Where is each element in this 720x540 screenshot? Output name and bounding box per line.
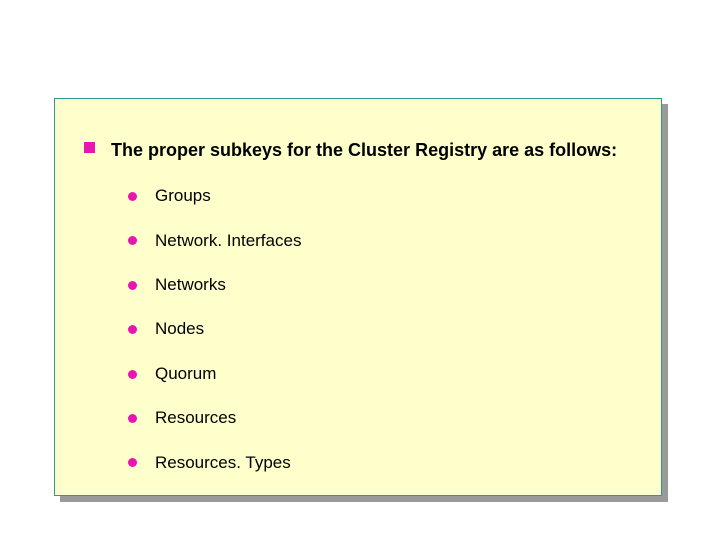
list-item: Network. Interfaces — [128, 231, 617, 251]
list-item-label: Resources. Types — [155, 453, 291, 473]
list-item-label: Nodes — [155, 319, 204, 339]
lead-row: The proper subkeys for the Cluster Regis… — [84, 138, 617, 162]
round-bullet-icon — [128, 236, 137, 245]
slide-content: The proper subkeys for the Cluster Regis… — [84, 138, 617, 497]
round-bullet-icon — [128, 192, 137, 201]
list-item-label: Network. Interfaces — [155, 231, 301, 251]
list-item: Resources — [128, 408, 617, 428]
round-bullet-icon — [128, 458, 137, 467]
round-bullet-icon — [128, 281, 137, 290]
list-item-label: Groups — [155, 186, 211, 206]
round-bullet-icon — [128, 325, 137, 334]
round-bullet-icon — [128, 414, 137, 423]
list-item: Groups — [128, 186, 617, 206]
sub-list: Groups Network. Interfaces Networks Node… — [128, 186, 617, 473]
lead-text: The proper subkeys for the Cluster Regis… — [111, 138, 617, 162]
list-item-label: Quorum — [155, 364, 216, 384]
list-item: Networks — [128, 275, 617, 295]
list-item: Resources. Types — [128, 453, 617, 473]
list-item-label: Networks — [155, 275, 226, 295]
round-bullet-icon — [128, 370, 137, 379]
list-item: Quorum — [128, 364, 617, 384]
list-item-label: Resources — [155, 408, 236, 428]
list-item: Nodes — [128, 319, 617, 339]
square-bullet-icon — [84, 142, 95, 153]
